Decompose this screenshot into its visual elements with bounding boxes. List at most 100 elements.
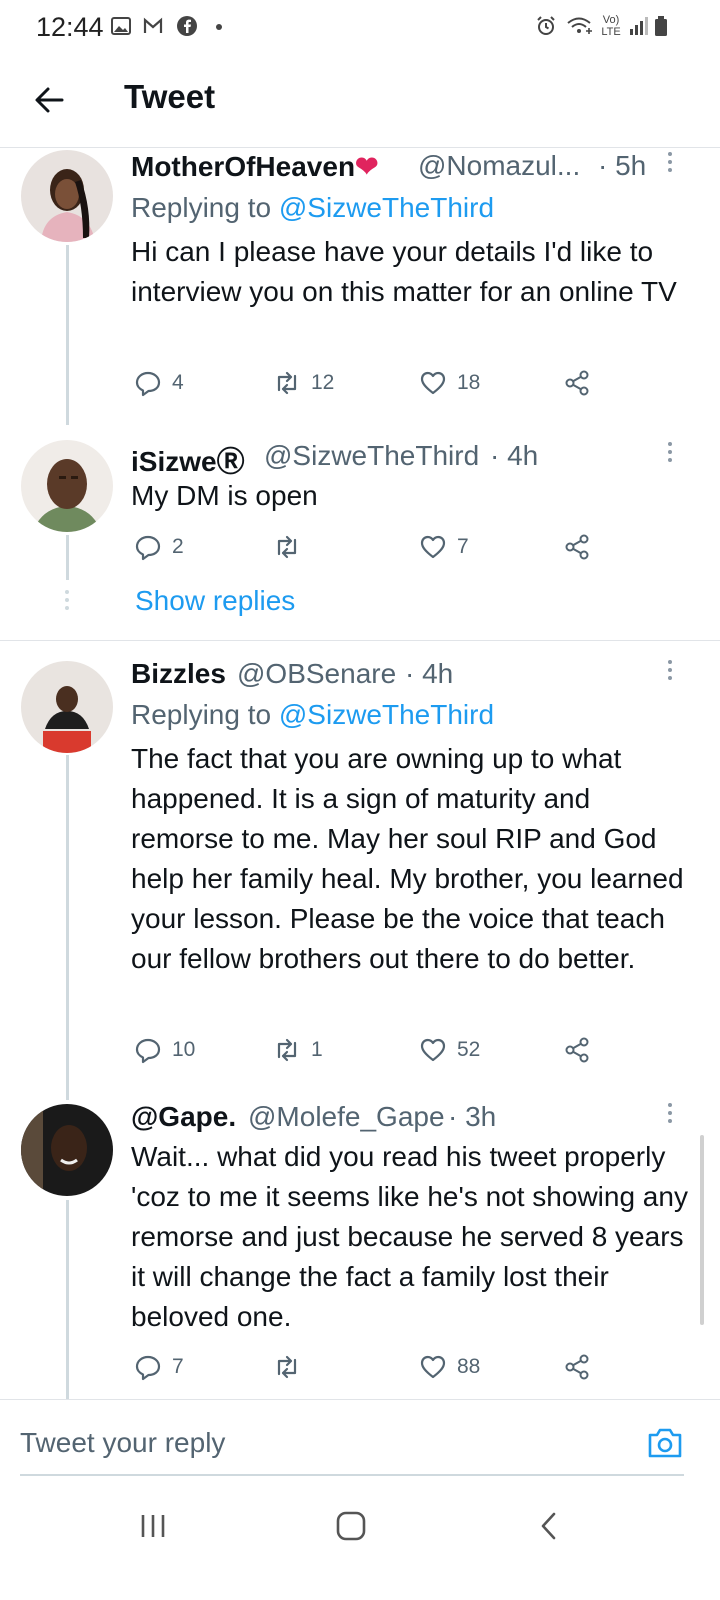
battery-icon	[655, 16, 667, 36]
show-replies-link[interactable]: Show replies	[135, 585, 295, 617]
avatar[interactable]	[21, 440, 113, 532]
thread-line	[66, 535, 69, 580]
like-count: 7	[457, 535, 469, 558]
camera-icon[interactable]	[646, 1425, 684, 1461]
reply-button[interactable]: 4	[134, 368, 184, 398]
more-options-icon[interactable]	[667, 1103, 673, 1127]
thread-dots	[64, 590, 70, 614]
avatar[interactable]	[21, 661, 113, 753]
share-icon	[565, 370, 589, 396]
tweet-author-handle[interactable]: @Nomazul...	[418, 150, 580, 182]
divider	[0, 640, 720, 641]
status-bar: 12:44 Vo) LTE	[0, 0, 720, 56]
share-icon	[565, 1354, 589, 1380]
tweet-text: Wait... what did you read his tweet prop…	[131, 1141, 688, 1332]
like-button[interactable]: 7	[419, 532, 469, 562]
share-button[interactable]	[563, 1352, 591, 1382]
replying-to: Replying to @SizweTheThird	[131, 192, 495, 223]
retweet-icon	[277, 371, 297, 395]
like-button[interactable]: 88	[419, 1352, 480, 1382]
share-icon	[565, 1037, 589, 1063]
heart-emoji-icon: ❤	[355, 151, 379, 182]
tweet-time: · 4h	[405, 658, 454, 689]
reply-count: 4	[172, 371, 184, 394]
share-button[interactable]	[563, 1035, 591, 1065]
retweet-button[interactable]	[273, 532, 311, 562]
heart-icon	[420, 1038, 446, 1062]
tweet-text: My DM is open	[131, 480, 318, 511]
page-title: Tweet	[124, 78, 216, 115]
avatar[interactable]	[21, 150, 113, 242]
thread-line	[66, 755, 69, 1100]
tweet-author-handle[interactable]: @SizweTheThird	[264, 440, 479, 472]
replying-to: Replying to @SizweTheThird	[131, 699, 495, 730]
reply-button[interactable]: 10	[134, 1035, 195, 1065]
more-options-icon[interactable]	[667, 152, 673, 176]
like-count: 88	[457, 1355, 481, 1378]
tweet-time: · 5h	[598, 150, 647, 181]
share-button[interactable]	[563, 532, 591, 562]
tweet-text: Hi can I please have your details I'd li…	[131, 236, 677, 307]
tweet-author-name[interactable]: iSizweⓇ	[131, 440, 245, 480]
volte-label: Vo) LTE	[601, 14, 621, 38]
retweet-icon	[277, 1038, 297, 1062]
recent-apps-icon[interactable]	[138, 1512, 168, 1540]
tweet-author-name[interactable]: @Gape.	[131, 1101, 236, 1133]
share-icon	[565, 534, 589, 560]
tweet-author-handle[interactable]: @OBSenare	[237, 658, 396, 690]
reply-icon	[135, 1355, 161, 1381]
retweet-count: 1	[311, 1038, 323, 1061]
avatar-photo	[21, 661, 113, 753]
scrollbar[interactable]	[700, 1135, 704, 1325]
reply-button[interactable]: 7	[134, 1352, 184, 1382]
tweet-author-name[interactable]: MotherOfHeaven❤	[131, 150, 379, 183]
reply-button[interactable]: 2	[134, 532, 184, 562]
wifi-icon	[567, 17, 592, 34]
heart-icon	[420, 535, 446, 559]
gmail-icon	[143, 17, 163, 33]
like-count: 52	[457, 1038, 481, 1061]
arrow-left-icon[interactable]	[30, 80, 70, 120]
tweet-author-handle[interactable]: @Molefe_Gape	[248, 1101, 445, 1133]
avatar-photo	[21, 150, 113, 242]
like-count: 18	[457, 371, 481, 394]
app-header	[0, 56, 720, 148]
more-options-icon[interactable]	[667, 442, 673, 466]
avatar[interactable]	[21, 1104, 113, 1196]
reply-count: 2	[172, 535, 184, 558]
back-icon[interactable]	[536, 1510, 562, 1542]
replying-to-link[interactable]: @SizweTheThird	[279, 699, 494, 730]
retweet-button[interactable]: 1	[273, 1035, 323, 1065]
more-options-icon[interactable]	[667, 660, 673, 684]
reply-icon	[135, 1038, 161, 1064]
reply-icon	[135, 371, 161, 397]
retweet-icon	[277, 1355, 297, 1379]
facebook-icon	[177, 16, 197, 36]
replying-to-link[interactable]: @SizweTheThird	[279, 192, 494, 223]
avatar-photo	[21, 440, 113, 532]
heart-icon	[420, 1355, 446, 1379]
tweet-reply-input[interactable]: Tweet your reply	[20, 1427, 225, 1459]
thread-line	[66, 1200, 69, 1400]
alarm-icon	[537, 16, 555, 35]
heart-icon	[420, 371, 446, 395]
dot-icon	[216, 24, 222, 30]
retweet-button[interactable]: 12	[273, 368, 334, 398]
share-button[interactable]	[563, 368, 591, 398]
home-icon[interactable]	[334, 1510, 368, 1542]
gallery-icon	[111, 17, 131, 35]
tweet-author-name[interactable]: Bizzles	[131, 658, 226, 690]
retweet-button[interactable]	[273, 1352, 311, 1382]
tweet-time: · 4h	[490, 440, 539, 471]
system-nav-bar	[0, 1486, 720, 1600]
like-button[interactable]: 52	[419, 1035, 480, 1065]
retweet-count: 12	[311, 371, 335, 394]
retweet-icon	[277, 535, 297, 559]
registered-mark-icon: Ⓡ	[216, 446, 245, 477]
avatar-photo	[21, 1104, 113, 1196]
header-divider	[0, 147, 720, 148]
like-button[interactable]: 18	[419, 368, 480, 398]
thread-line	[66, 245, 69, 425]
input-underline	[20, 1474, 684, 1476]
tweet-time: · 3h	[448, 1101, 497, 1132]
